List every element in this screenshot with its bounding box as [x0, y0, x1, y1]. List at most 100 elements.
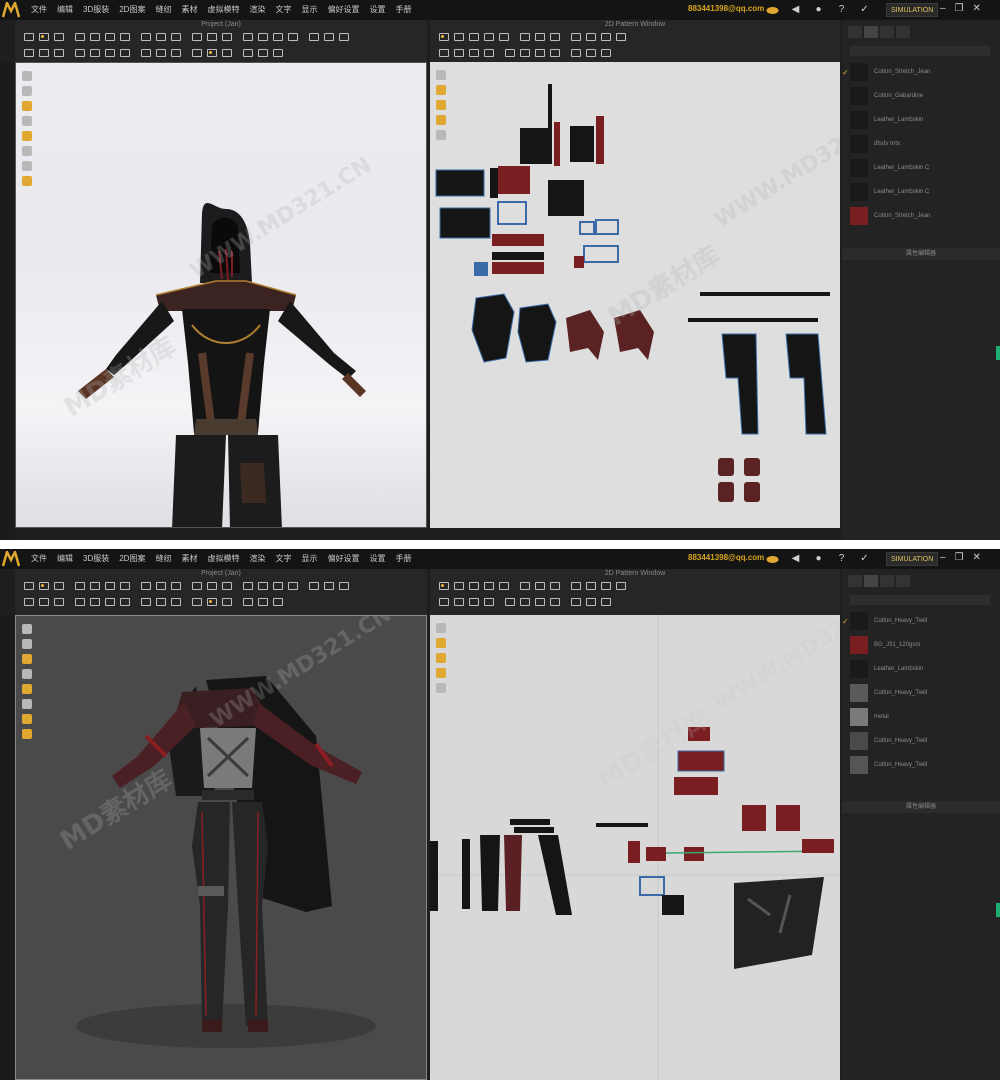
size-icon[interactable]	[257, 596, 268, 606]
zip-icon[interactable]	[221, 31, 232, 41]
fabric-item[interactable]: Cotton_Gabardine	[850, 84, 992, 108]
menu-avatar[interactable]: 虚拟模特	[202, 549, 244, 569]
minimize-icon[interactable]: –	[940, 3, 946, 14]
menu-avatar[interactable]: 虚拟模特	[202, 0, 244, 20]
circle-icon[interactable]	[498, 580, 509, 590]
menu-2d-pattern[interactable]: 2D图案	[114, 549, 150, 569]
rectangle-icon[interactable]	[483, 580, 494, 590]
segment-sew-icon[interactable]	[585, 580, 596, 590]
dart-icon[interactable]	[534, 31, 545, 41]
segment-sew-icon[interactable]	[585, 31, 596, 41]
line-icon[interactable]	[191, 596, 202, 606]
menu-render[interactable]: 渲染	[244, 549, 270, 569]
menu-3d-garment[interactable]: 3D服装	[78, 549, 114, 569]
graphic-2d-icon[interactable]	[453, 47, 464, 57]
unfold-icon[interactable]	[38, 596, 49, 606]
menu-file[interactable]: 文件	[26, 0, 52, 20]
select-tool-icon[interactable]	[23, 31, 34, 41]
edition-badge[interactable]: SIMULATION	[886, 3, 939, 17]
ruler-icon[interactable]	[287, 580, 298, 590]
viewport-2d[interactable]: MD素材库 WWW.MD321.CN	[430, 62, 840, 528]
trim-icon[interactable]	[170, 596, 181, 606]
fabric-item[interactable]: Leather_Lambskin	[850, 108, 992, 132]
restore-icon[interactable]: ❐	[955, 3, 964, 14]
logo-icon[interactable]	[0, 0, 22, 20]
pin-tool-icon[interactable]	[89, 580, 100, 590]
fabric-item[interactable]: metal	[850, 705, 992, 729]
seam-allowance-icon[interactable]	[570, 580, 581, 590]
menu-sewing[interactable]: 缝纫	[150, 549, 176, 569]
freeze-icon[interactable]	[74, 47, 85, 57]
dart-icon[interactable]	[534, 580, 545, 590]
mesh-icon[interactable]	[221, 596, 232, 606]
shoe-icon[interactable]	[272, 596, 283, 606]
menu-edit[interactable]: 编辑	[52, 0, 78, 20]
graphic-icon[interactable]	[155, 596, 166, 606]
strength-icon[interactable]	[89, 596, 100, 606]
logo-icon[interactable]	[0, 549, 22, 569]
menu-text[interactable]: 文字	[270, 549, 296, 569]
cloud-icon[interactable]	[766, 552, 779, 565]
hanger-icon[interactable]	[257, 31, 268, 41]
unfold-icon[interactable]	[38, 47, 49, 57]
tab-scene[interactable]	[848, 575, 862, 587]
account-email[interactable]: 883441398@qq.com	[688, 553, 764, 562]
menu-display[interactable]: 显示	[296, 549, 322, 569]
pin-tool-icon[interactable]	[89, 31, 100, 41]
freeze-icon[interactable]	[74, 596, 85, 606]
simulate-icon[interactable]	[23, 596, 34, 606]
graphic-2d-icon[interactable]	[453, 596, 464, 606]
help-icon[interactable]: ?	[835, 552, 848, 565]
pattern-select-icon[interactable]	[438, 580, 449, 590]
minimize-icon[interactable]: –	[940, 552, 946, 563]
pen-icon[interactable]	[155, 580, 166, 590]
topstitch-icon[interactable]	[468, 596, 479, 606]
menu-render[interactable]: 渲染	[244, 0, 270, 20]
tack-icon[interactable]	[104, 31, 115, 41]
polygon-icon[interactable]	[468, 580, 479, 590]
graphic-icon[interactable]	[155, 47, 166, 57]
point-icon[interactable]	[206, 596, 217, 606]
mesh-icon[interactable]	[221, 47, 232, 57]
polygon-icon[interactable]	[468, 31, 479, 41]
tab-button[interactable]	[879, 26, 894, 38]
menu-text[interactable]: 文字	[270, 0, 296, 20]
tab-fabric[interactable]	[863, 575, 878, 587]
menu-display[interactable]: 显示	[296, 0, 322, 20]
trace-icon[interactable]	[119, 47, 130, 57]
texture-icon[interactable]	[140, 596, 151, 606]
menu-manual[interactable]: 手册	[390, 0, 416, 20]
transform-icon[interactable]	[53, 31, 64, 41]
grid-icon[interactable]	[191, 580, 202, 590]
light-icon[interactable]	[323, 580, 334, 590]
menu-materials[interactable]: 素材	[176, 0, 202, 20]
fabric-item[interactable]: Cotton_Heavy_Twill	[850, 681, 992, 705]
layer-icon[interactable]	[104, 47, 115, 57]
annotation-icon[interactable]	[549, 47, 560, 57]
tape-icon[interactable]	[272, 580, 283, 590]
pin-icon[interactable]: ✓	[858, 3, 871, 16]
pin-2d-icon[interactable]	[519, 596, 530, 606]
internal-line-icon[interactable]	[519, 31, 530, 41]
panel-scroll-handle[interactable]	[996, 903, 1000, 917]
move-tool-icon[interactable]	[38, 580, 49, 590]
menu-settings[interactable]: 设置	[364, 0, 390, 20]
menu-file[interactable]: 文件	[26, 549, 52, 569]
sewing-icon[interactable]	[615, 31, 626, 41]
symmetry-icon[interactable]	[585, 596, 596, 606]
menu-preferences[interactable]: 偏好设置	[322, 549, 364, 569]
shoe-icon[interactable]	[272, 47, 283, 57]
brush-icon[interactable]	[140, 580, 151, 590]
grade-icon[interactable]	[570, 596, 581, 606]
sew-icon[interactable]	[170, 580, 181, 590]
pose-icon[interactable]	[242, 596, 253, 606]
symmetry-icon[interactable]	[585, 47, 596, 57]
menu-settings[interactable]: 设置	[364, 549, 390, 569]
pose-icon[interactable]	[242, 47, 253, 57]
fabric-item[interactable]: Leather_Lambskin C	[850, 180, 992, 204]
grade-icon[interactable]	[570, 47, 581, 57]
avatar-icon[interactable]	[242, 31, 253, 41]
fabric-item[interactable]: Cotton_Stretch_Jean	[850, 204, 992, 228]
edit-pattern-icon[interactable]	[453, 31, 464, 41]
sewing-icon[interactable]	[615, 580, 626, 590]
